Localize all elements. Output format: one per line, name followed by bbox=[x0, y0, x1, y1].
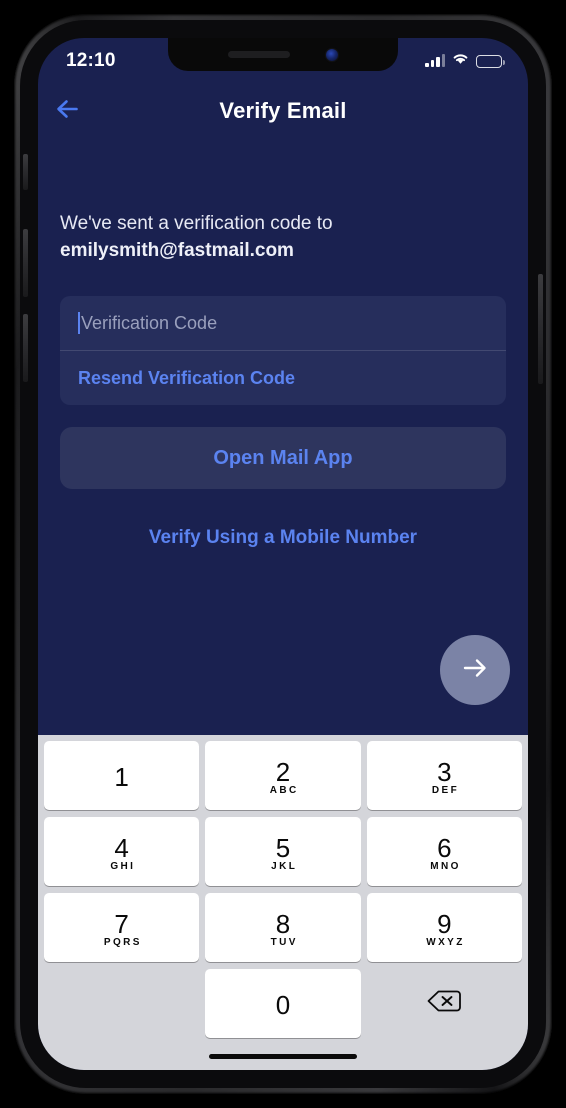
subtitle-email: emilysmith@fastmail.com bbox=[60, 240, 294, 261]
key-7[interactable]: 7 PQRS bbox=[44, 893, 200, 962]
open-mail-app-label: Open Mail App bbox=[213, 446, 353, 469]
phone-frame: 12:10 Verify Email We've sent a verifica… bbox=[14, 14, 552, 1094]
key-digit: 8 bbox=[275, 908, 291, 939]
keypad-cell: 2 ABC bbox=[205, 741, 361, 810]
wifi-icon bbox=[452, 52, 469, 70]
key-letters: ABC bbox=[269, 784, 299, 796]
arrow-right-icon bbox=[458, 656, 492, 685]
keypad-cell: 9 WXYZ bbox=[366, 893, 522, 962]
mute-switch-button[interactable] bbox=[23, 154, 28, 190]
earpiece-speaker bbox=[228, 51, 290, 58]
page-title: Verify Email bbox=[219, 98, 347, 123]
home-indicator-area bbox=[38, 1042, 528, 1070]
keypad-cell: 3 DEF bbox=[366, 741, 522, 810]
verify-using-mobile-link[interactable]: Verify Using a Mobile Number bbox=[60, 527, 506, 549]
keypad-cell: 8 TUV bbox=[205, 893, 361, 962]
key-digit: 5 bbox=[275, 832, 291, 863]
front-camera-icon bbox=[326, 48, 338, 61]
key-letters: PQRS bbox=[103, 936, 142, 948]
key-0[interactable]: 0 bbox=[205, 969, 361, 1038]
keypad-cell: 5 JKL bbox=[205, 817, 361, 886]
key-digit: 4 bbox=[114, 832, 129, 863]
key-letters: MNO bbox=[430, 860, 461, 872]
battery-icon bbox=[476, 54, 505, 68]
key-1[interactable]: 1 bbox=[44, 741, 200, 810]
status-bar-icons bbox=[425, 52, 505, 70]
numeric-keypad: 1 2 ABC 3 DEF 4 GHI 5 JKL 6 MNO 7 PQRS 8… bbox=[38, 735, 528, 1070]
key-letters: TUV bbox=[270, 936, 298, 948]
key-letters: GHI bbox=[110, 860, 136, 872]
key-digit: 1 bbox=[114, 761, 129, 792]
resend-code-label: Resend Verification Code bbox=[78, 367, 296, 388]
verification-code-input[interactable]: Verification Code bbox=[60, 296, 506, 351]
keypad-cell: 7 PQRS bbox=[44, 893, 200, 962]
verification-card: Verification Code Resend Verification Co… bbox=[60, 296, 506, 405]
notch bbox=[168, 38, 398, 71]
keypad-row: 1 2 ABC 3 DEF bbox=[41, 741, 525, 810]
next-button[interactable] bbox=[440, 635, 510, 705]
key-4[interactable]: 4 GHI bbox=[44, 817, 200, 886]
key-2[interactable]: 2 ABC bbox=[205, 741, 361, 810]
text-caret bbox=[78, 312, 80, 334]
power-button[interactable] bbox=[538, 274, 543, 384]
home-indicator[interactable] bbox=[209, 1053, 357, 1059]
key-digit: 3 bbox=[437, 756, 452, 787]
key-digit: 9 bbox=[437, 908, 452, 939]
key-backspace[interactable] bbox=[367, 969, 522, 1038]
resend-code-button[interactable]: Resend Verification Code bbox=[60, 351, 506, 405]
navigation-bar: Verify Email bbox=[38, 80, 528, 142]
backspace-icon bbox=[426, 988, 462, 1019]
key-digit: 0 bbox=[275, 989, 291, 1020]
keypad-cell: 6 MNO bbox=[366, 817, 522, 886]
subtitle-text: We've sent a verification code to emilys… bbox=[60, 210, 506, 264]
subtitle-line1: We've sent a verification code to bbox=[60, 213, 333, 234]
arrow-left-icon bbox=[54, 98, 84, 125]
status-bar-time: 12:10 bbox=[66, 50, 116, 71]
keypad-cell: 4 GHI bbox=[44, 817, 200, 886]
volume-up-button[interactable] bbox=[23, 229, 28, 297]
key-letters: DEF bbox=[431, 784, 460, 796]
phone-screen: 12:10 Verify Email We've sent a verifica… bbox=[38, 38, 528, 1070]
keypad-row: 4 GHI 5 JKL 6 MNO bbox=[41, 817, 525, 886]
key-digit: 2 bbox=[275, 756, 291, 787]
key-5[interactable]: 5 JKL bbox=[205, 817, 361, 886]
keypad-row: 0 bbox=[41, 969, 525, 1038]
key-8[interactable]: 8 TUV bbox=[205, 893, 361, 962]
open-mail-app-button[interactable]: Open Mail App bbox=[60, 427, 506, 489]
cellular-signal-icon bbox=[425, 54, 445, 67]
key-6[interactable]: 6 MNO bbox=[366, 817, 522, 886]
key-letters: JKL bbox=[271, 860, 298, 872]
keypad-cell: 0 bbox=[205, 969, 361, 1038]
keypad-cell: 1 bbox=[44, 741, 200, 810]
verification-code-placeholder: Verification Code bbox=[81, 312, 218, 333]
key-9[interactable]: 9 WXYZ bbox=[366, 893, 522, 962]
key-letters: WXYZ bbox=[426, 936, 465, 948]
key-3[interactable]: 3 DEF bbox=[366, 741, 522, 810]
back-button[interactable] bbox=[38, 80, 100, 142]
volume-down-button[interactable] bbox=[23, 314, 28, 382]
key-digit: 6 bbox=[437, 832, 452, 863]
key-digit: 7 bbox=[114, 908, 129, 939]
keypad-row: 7 PQRS 8 TUV 9 WXYZ bbox=[41, 893, 525, 962]
main-content: We've sent a verification code to emilys… bbox=[38, 142, 528, 735]
